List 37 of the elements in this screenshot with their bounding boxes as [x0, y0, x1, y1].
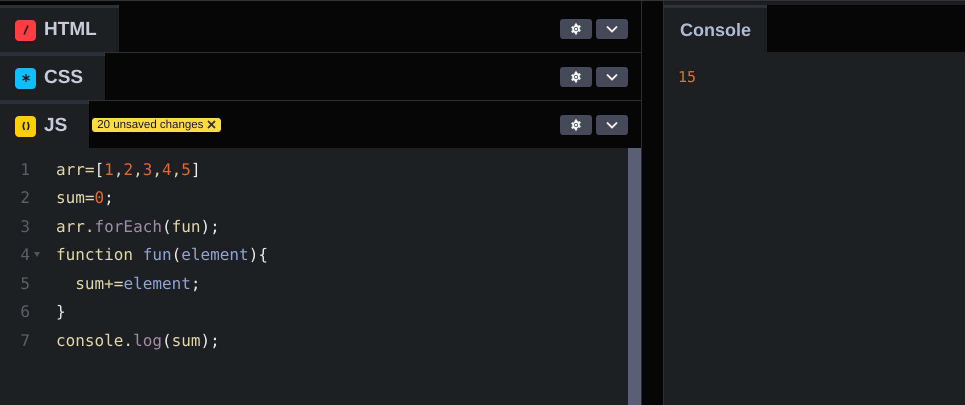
- chevron-down-icon: [606, 72, 618, 80]
- asterisk-icon: [15, 68, 36, 88]
- settings-button[interactable]: [560, 18, 592, 38]
- slash-icon: [15, 20, 36, 40]
- settings-button[interactable]: [560, 66, 592, 86]
- code-line: arr.forEach(fun);: [56, 216, 220, 236]
- editor-tab[interactable]: CSS: [0, 53, 106, 100]
- line-number: 1: [19, 160, 30, 179]
- chevron-down-icon: [606, 24, 618, 32]
- line-number: 7: [19, 330, 30, 350]
- code-line: arr=[1,2,3,4,5]: [56, 160, 201, 179]
- settings-button[interactable]: [560, 114, 592, 134]
- editor-tab[interactable]: HTML: [0, 5, 119, 52]
- code-line: sum+=element;: [74, 274, 201, 293]
- dropdown-button[interactable]: [596, 114, 628, 134]
- line-number: 5: [19, 274, 30, 293]
- console-output: 15: [678, 68, 698, 86]
- dropdown-button[interactable]: [596, 18, 628, 38]
- line-number: 6: [19, 302, 30, 322]
- dropdown-button[interactable]: [596, 66, 628, 86]
- settings-icon: [570, 22, 582, 34]
- unsaved-changes-badge[interactable]: 20 unsaved changes: [92, 118, 222, 132]
- console-tab[interactable]: Console: [664, 5, 768, 52]
- line-number: 4: [19, 245, 30, 264]
- code-line: console.log(sum);: [56, 330, 220, 350]
- editor-tab[interactable]: JS: [0, 101, 90, 148]
- code-line: sum=0;: [56, 188, 114, 208]
- line-number: 2: [19, 188, 30, 208]
- close-icon[interactable]: [207, 120, 216, 129]
- line-number: 3: [19, 216, 30, 236]
- code-line: function fun(element){: [56, 245, 268, 264]
- chevron-down-icon: [606, 120, 618, 128]
- settings-icon: [570, 70, 582, 82]
- settings-icon: [570, 118, 582, 130]
- scrollbar[interactable]: [628, 148, 641, 405]
- braces-icon: [15, 116, 36, 136]
- code-line: }: [56, 302, 66, 322]
